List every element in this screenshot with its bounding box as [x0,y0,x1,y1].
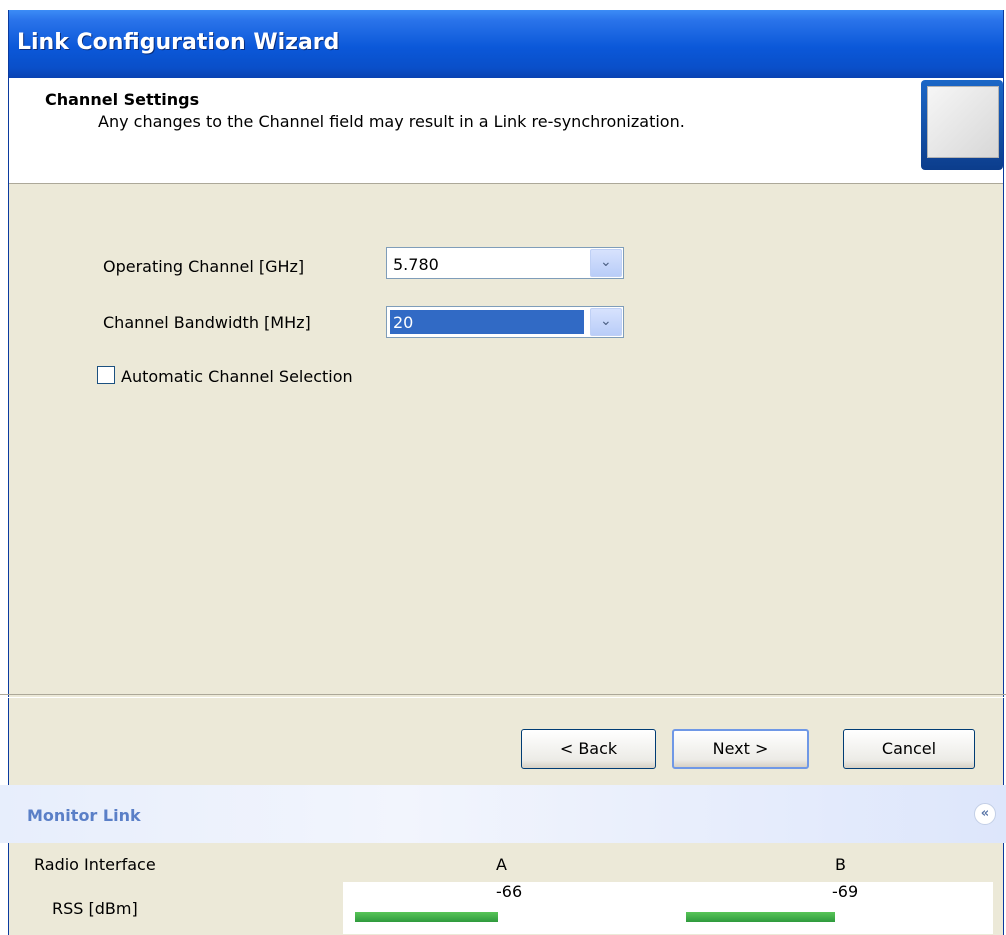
page-title: Channel Settings [45,90,200,109]
rss-b-bar [686,912,835,922]
rss-row-background [343,882,993,934]
back-button[interactable]: < Back [521,729,656,769]
double-chevron-up-icon[interactable]: « [974,803,996,825]
rss-b-value: -69 [832,882,859,901]
bandwidth-value: 20 [393,313,414,332]
monitor-link-header[interactable] [0,785,1006,843]
device-icon [927,86,999,158]
title-bar: Link Configuration Wizard [9,10,1003,78]
operating-channel-dropdown-button[interactable]: ⌄ [590,249,622,277]
operating-channel-value: 5.780 [393,255,439,274]
device-image [921,80,1003,170]
window-title: Link Configuration Wizard [17,30,340,55]
bandwidth-label: Channel Bandwidth [MHz] [103,313,311,332]
auto-channel-checkbox[interactable] [97,366,115,384]
bandwidth-selection-highlight [390,310,584,334]
bandwidth-select[interactable]: 20 ⌄ [386,306,624,338]
column-b-header: B [835,855,846,874]
rss-label: RSS [dBm] [52,899,138,918]
rss-a-value: -66 [496,882,523,901]
rss-a-bar [355,912,498,922]
chevron-down-icon: ⌄ [600,313,612,329]
radio-interface-label: Radio Interface [34,855,156,874]
monitor-link-title: Monitor Link [27,806,141,825]
page-subtitle: Any changes to the Channel field may res… [98,112,685,131]
operating-channel-select[interactable]: 5.780 ⌄ [386,247,624,279]
divider [0,694,1006,698]
operating-channel-label: Operating Channel [GHz] [103,257,305,276]
bandwidth-dropdown-button[interactable]: ⌄ [590,308,622,336]
next-button[interactable]: Next > [672,729,809,769]
auto-channel-label[interactable]: Automatic Channel Selection [121,367,353,386]
chevron-down-icon: ⌄ [600,254,612,270]
cancel-button[interactable]: Cancel [843,729,975,769]
column-a-header: A [496,855,507,874]
